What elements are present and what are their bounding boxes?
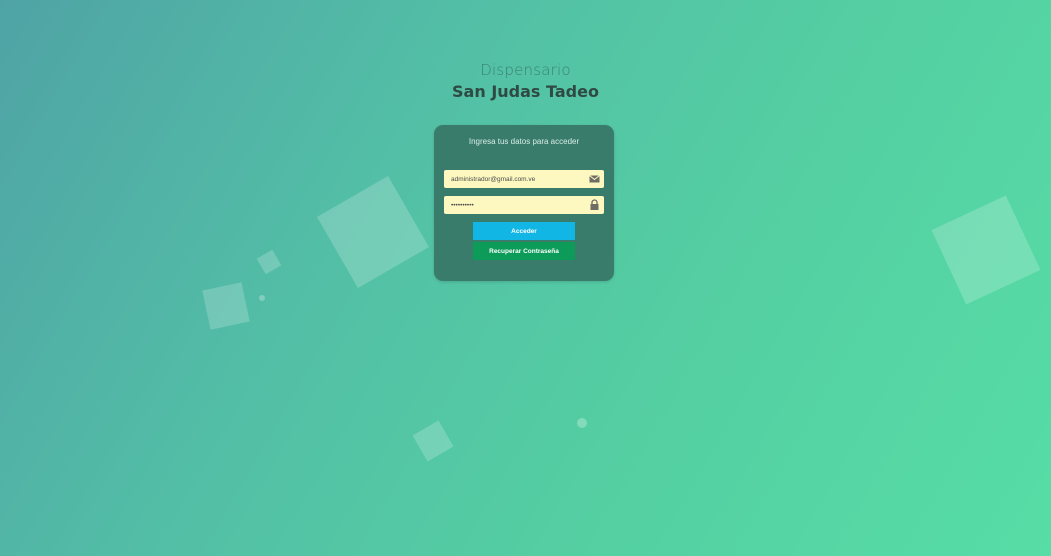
password-input[interactable] bbox=[444, 197, 589, 213]
decorative-square bbox=[202, 282, 250, 330]
login-card: Ingresa tus datos para acceder Acceder R… bbox=[434, 125, 614, 281]
app-subtitle: Dispensario bbox=[480, 61, 571, 79]
decorative-dot bbox=[577, 418, 587, 428]
decorative-square bbox=[931, 195, 1041, 305]
decorative-square bbox=[316, 175, 430, 289]
login-page: Dispensario San Judas Tadeo Ingresa tus … bbox=[0, 0, 1051, 556]
envelope-icon bbox=[589, 175, 600, 183]
decorative-square bbox=[256, 249, 282, 275]
recover-password-button[interactable]: Recuperar Contraseña bbox=[473, 242, 575, 260]
lock-icon bbox=[590, 199, 599, 210]
decorative-dot bbox=[259, 295, 265, 301]
login-button[interactable]: Acceder bbox=[473, 222, 575, 240]
header: Dispensario San Judas Tadeo bbox=[0, 61, 1051, 101]
login-heading: Ingresa tus datos para acceder bbox=[468, 137, 580, 146]
app-title: San Judas Tadeo bbox=[452, 82, 599, 101]
email-input[interactable] bbox=[444, 171, 589, 187]
password-field bbox=[444, 196, 604, 214]
decorative-square bbox=[412, 420, 454, 462]
email-field bbox=[444, 170, 604, 188]
